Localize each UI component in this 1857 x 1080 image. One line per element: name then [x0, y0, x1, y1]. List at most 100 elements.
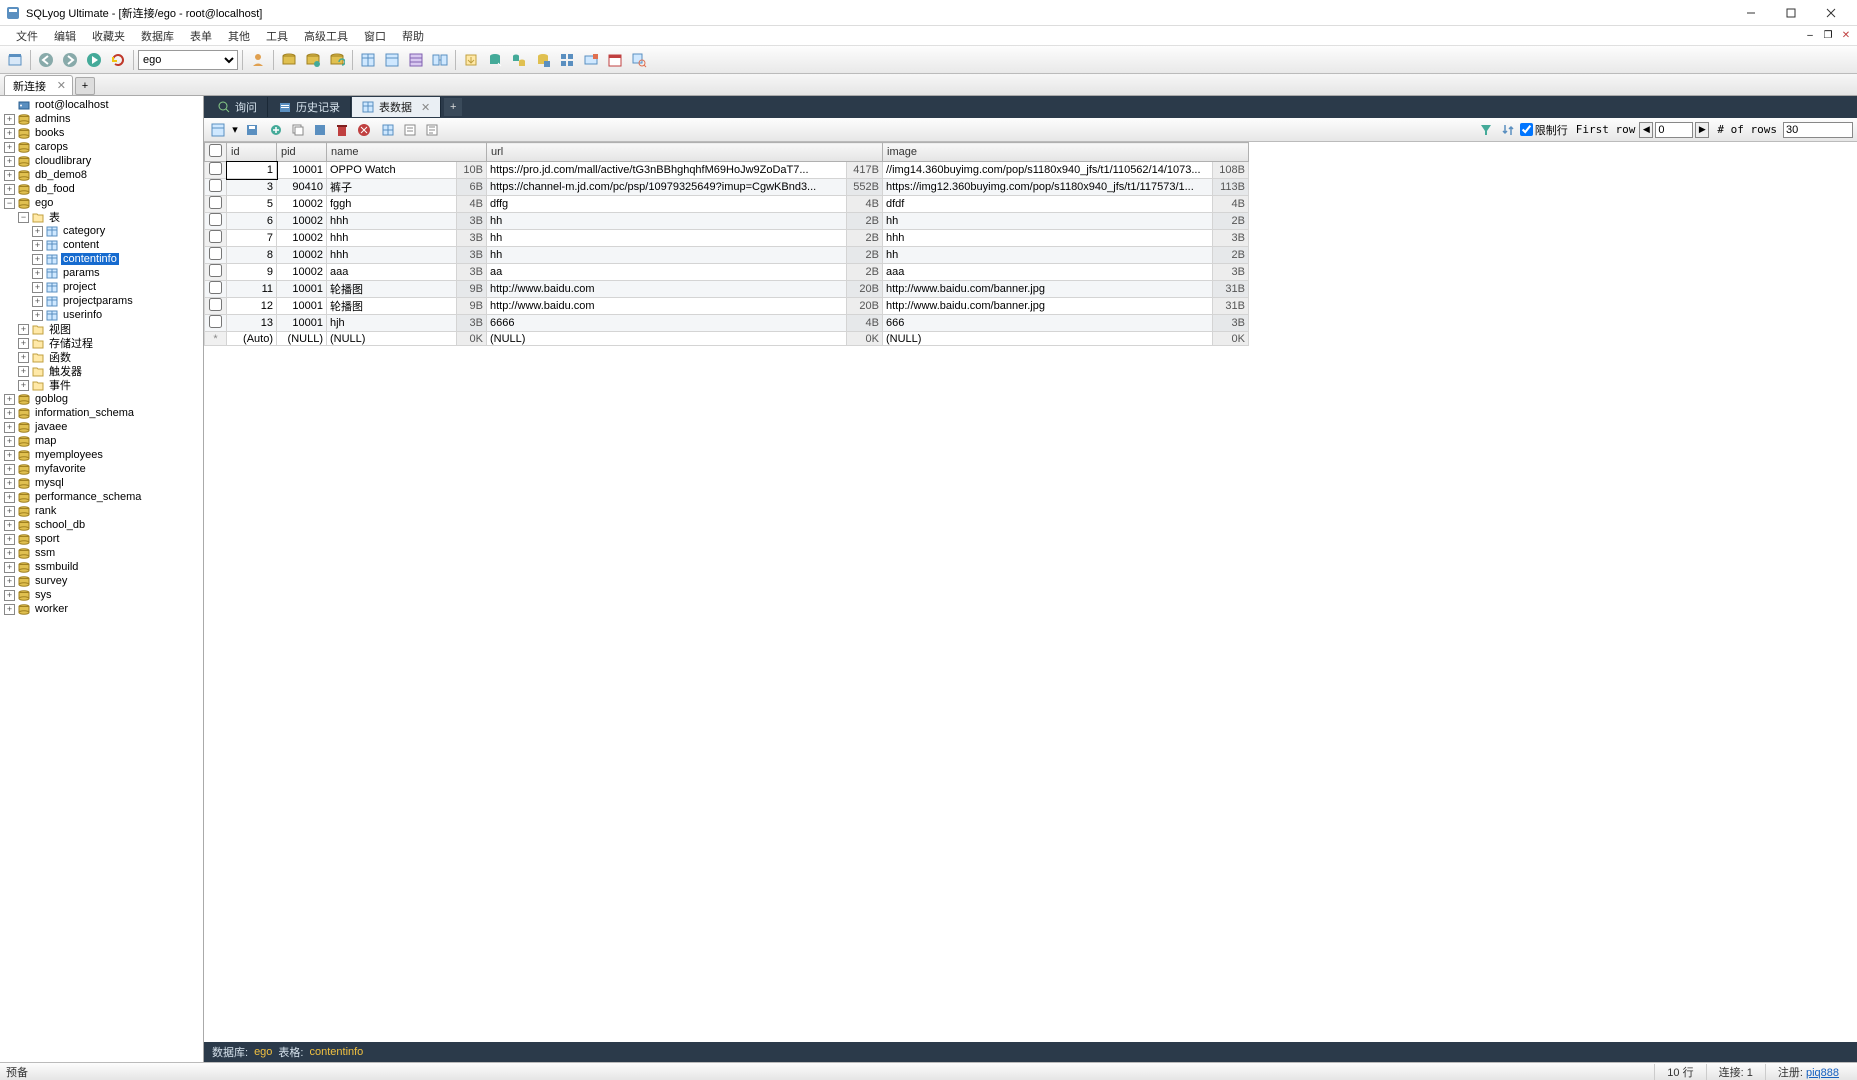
cell-url[interactable]: dffg [487, 196, 847, 213]
expand-icon[interactable]: + [4, 436, 15, 447]
cell-image[interactable]: hh [883, 247, 1213, 264]
tree-database[interactable]: +worker [0, 602, 203, 616]
tree-database[interactable]: +information_schema [0, 406, 203, 420]
row-check[interactable] [205, 281, 227, 298]
cell-id[interactable]: (Auto) [227, 332, 277, 346]
expand-icon[interactable]: + [32, 240, 43, 251]
cell-pid[interactable]: 10002 [277, 264, 327, 281]
tree-folder[interactable]: +触发器 [0, 364, 203, 378]
cell-url[interactable]: http://www.baidu.com [487, 298, 847, 315]
menu-other[interactable]: 其他 [220, 26, 258, 46]
expand-icon[interactable]: + [18, 352, 29, 363]
tree-folder[interactable]: +函数 [0, 350, 203, 364]
tree-table[interactable]: +category [0, 224, 203, 238]
menu-window[interactable]: 窗口 [356, 26, 394, 46]
expand-icon[interactable]: + [32, 296, 43, 307]
cell-url[interactable]: hh [487, 247, 847, 264]
cell-image[interactable]: http://www.baidu.com/banner.jpg [883, 298, 1213, 315]
grid-dropdown-icon[interactable]: ▾ [230, 120, 240, 140]
tree-database[interactable]: +map [0, 434, 203, 448]
cell-id[interactable]: 1 [227, 162, 277, 179]
tree-database-ego[interactable]: −ego [0, 196, 203, 210]
cell-image[interactable]: //img14.360buyimg.com/pop/s1180x940_jfs/… [883, 162, 1213, 179]
tree-folder[interactable]: +事件 [0, 378, 203, 392]
expand-icon[interactable]: + [18, 380, 29, 391]
tree-folder[interactable]: +视图 [0, 322, 203, 336]
cell-url[interactable]: (NULL) [487, 332, 847, 346]
cell-image[interactable]: dfdf [883, 196, 1213, 213]
cell-pid[interactable]: 10001 [277, 281, 327, 298]
grid-view-text-icon[interactable] [422, 120, 442, 140]
next-page-button[interactable]: ▶ [1695, 122, 1709, 138]
grid-cancel-icon[interactable] [354, 120, 374, 140]
cell-url[interactable]: aa [487, 264, 847, 281]
execute-query-icon[interactable] [83, 49, 105, 71]
tree-database[interactable]: +rank [0, 504, 203, 518]
tree-database[interactable]: +db_demo8 [0, 168, 203, 182]
cell-name[interactable]: hhh [327, 213, 457, 230]
cell-name[interactable]: fggh [327, 196, 457, 213]
cell-pid[interactable]: 10002 [277, 213, 327, 230]
expand-icon[interactable]: + [4, 450, 15, 461]
grid-refresh-icon[interactable] [208, 120, 228, 140]
cell-name[interactable]: hhh [327, 247, 457, 264]
tree-table[interactable]: +params [0, 266, 203, 280]
tree-database[interactable]: +goblog [0, 392, 203, 406]
expand-icon[interactable]: − [18, 212, 29, 223]
table-row[interactable]: 610002hhh3Bhh2Bhh2B [205, 213, 1249, 230]
expand-icon[interactable]: + [4, 590, 15, 601]
cell-pid[interactable]: 10002 [277, 247, 327, 264]
tree-database[interactable]: +javaee [0, 420, 203, 434]
expand-icon[interactable]: + [18, 338, 29, 349]
cell-id[interactable]: 11 [227, 281, 277, 298]
expand-icon[interactable]: + [4, 114, 15, 125]
col-name[interactable]: name [327, 143, 487, 162]
menu-fav[interactable]: 收藏夹 [84, 26, 133, 46]
cell-url[interactable]: hh [487, 230, 847, 247]
prev-page-button[interactable]: ◀ [1639, 122, 1653, 138]
cell-url[interactable]: hh [487, 213, 847, 230]
table-row-auto[interactable]: *(Auto)(NULL)(NULL)0K(NULL)0K(NULL)0K [205, 332, 1249, 346]
cell-image[interactable]: (NULL) [883, 332, 1213, 346]
result-tab[interactable]: 询问 [208, 97, 268, 117]
expand-icon[interactable]: + [4, 506, 15, 517]
close-icon[interactable]: ✕ [421, 101, 430, 114]
expand-icon[interactable]: + [32, 310, 43, 321]
tree-table[interactable]: +contentinfo [0, 252, 203, 266]
cell-pid[interactable]: 90410 [277, 179, 327, 196]
expand-icon[interactable]: + [18, 324, 29, 335]
cell-id[interactable]: 9 [227, 264, 277, 281]
row-check[interactable] [205, 162, 227, 179]
table-row[interactable]: 1110001轮播图9Bhttp://www.baidu.com20Bhttp:… [205, 281, 1249, 298]
tool-export-icon[interactable] [460, 49, 482, 71]
close-button[interactable] [1811, 0, 1851, 26]
expand-icon[interactable]: + [4, 534, 15, 545]
cell-id[interactable]: 12 [227, 298, 277, 315]
tool-sync-icon[interactable] [508, 49, 530, 71]
tool-db-refresh-icon[interactable] [326, 49, 348, 71]
tool-import-icon[interactable] [484, 49, 506, 71]
menu-help[interactable]: 帮助 [394, 26, 432, 46]
tree-database[interactable]: +ssmbuild [0, 560, 203, 574]
tree-database[interactable]: +db_food [0, 182, 203, 196]
cell-url[interactable]: https://channel-m.jd.com/pc/psp/10979325… [487, 179, 847, 196]
col-id[interactable]: id [227, 143, 277, 162]
tool-table2-icon[interactable] [381, 49, 403, 71]
menu-database[interactable]: 数据库 [133, 26, 182, 46]
tree-table[interactable]: +content [0, 238, 203, 252]
row-check[interactable] [205, 213, 227, 230]
tree-table[interactable]: +project [0, 280, 203, 294]
mdi-close-icon[interactable]: ✕ [1839, 29, 1853, 43]
menu-tools[interactable]: 工具 [258, 26, 296, 46]
menu-file[interactable]: 文件 [8, 26, 46, 46]
tool-user-icon[interactable] [247, 49, 269, 71]
tool-db-create-icon[interactable] [278, 49, 300, 71]
add-result-tab[interactable]: + [444, 98, 462, 116]
expand-icon[interactable]: + [4, 408, 15, 419]
expand-icon[interactable]: + [4, 520, 15, 531]
cell-image[interactable]: hhh [883, 230, 1213, 247]
expand-icon[interactable]: + [4, 394, 15, 405]
expand-icon[interactable]: + [4, 478, 15, 489]
limit-rows-checkbox[interactable]: 限制行 [1520, 122, 1568, 138]
cell-url[interactable]: https://pro.jd.com/mall/active/tG3nBBhgh… [487, 162, 847, 179]
